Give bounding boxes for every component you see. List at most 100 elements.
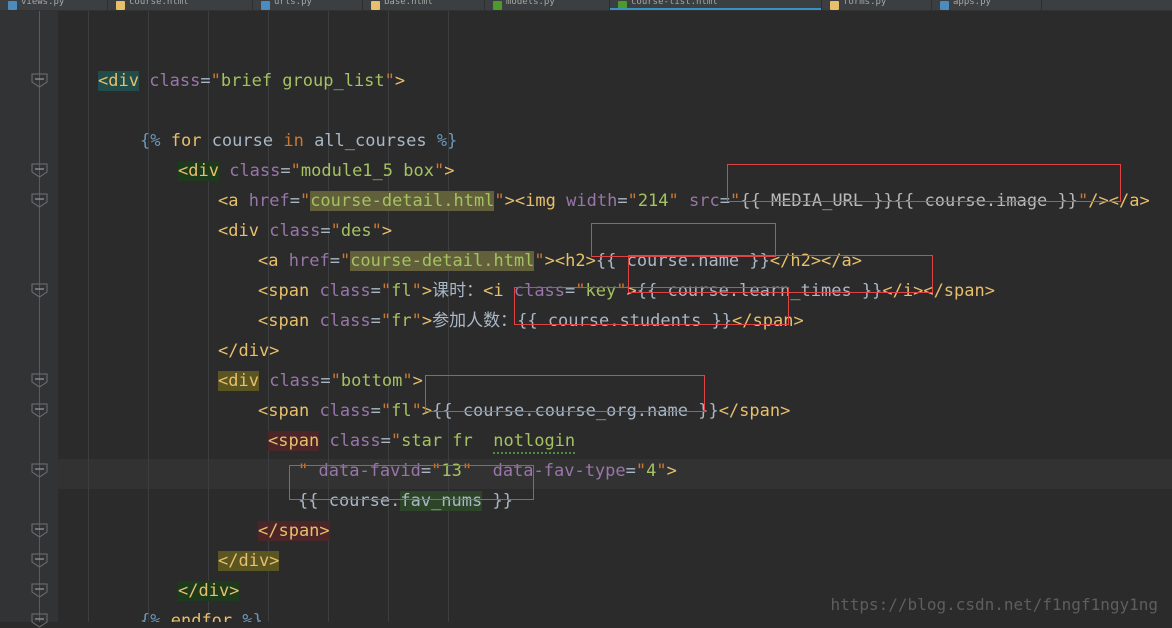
fold-marker[interactable]: [31, 553, 48, 568]
code-token: ": [380, 311, 392, 331]
editor-tab-6[interactable]: forms.py: [822, 0, 932, 10]
editor-tab-label: urls.py: [274, 0, 312, 7]
code-line-17[interactable]: </div>: [58, 546, 280, 576]
code-token: ": [668, 191, 679, 211]
code-token: <a: [258, 251, 279, 271]
code-token: 214: [637, 191, 669, 211]
fold-marker[interactable]: [31, 373, 48, 388]
code-line-13[interactable]: <span class="star fr notlogin: [58, 426, 576, 456]
fold-marker[interactable]: [31, 583, 48, 598]
code-token: {{ course.: [298, 491, 401, 511]
code-token: <img: [514, 191, 556, 211]
code-token: class: [149, 71, 201, 91]
code-line-9[interactable]: <span class="fr">参加人数：{{ course.students…: [58, 306, 804, 336]
code-token: ": [616, 281, 627, 301]
code-token: ": [290, 161, 301, 181]
editor-tab-3[interactable]: base.html: [363, 0, 485, 10]
code-token: <a: [218, 191, 239, 211]
code-token: 13: [441, 461, 462, 481]
code-token: fl: [391, 281, 412, 301]
code-token: =: [719, 191, 730, 211]
code-token: notlogin: [493, 431, 576, 454]
python-file-icon: [940, 1, 949, 10]
code-token: ": [494, 191, 505, 211]
code-line-11[interactable]: <div class="bottom">: [58, 366, 423, 396]
code-line-19[interactable]: {% endfor %}: [58, 606, 263, 622]
code-line-6[interactable]: <div class="des">: [58, 216, 392, 246]
code-token: >: [394, 71, 406, 91]
code-token: ": [330, 221, 341, 241]
fold-marker[interactable]: [31, 193, 48, 208]
editor-tab-label: forms.py: [843, 0, 887, 7]
fold-marker[interactable]: [31, 403, 48, 418]
python-file-icon: [830, 1, 839, 10]
code-line-8[interactable]: <span class="fl">课时：<i class="key">{{ co…: [58, 276, 995, 306]
code-token: des: [340, 221, 372, 241]
django-file-icon: [493, 1, 502, 10]
editor-tab-bar[interactable]: views.py course.html urls.py base.html model…: [0, 0, 1172, 11]
fold-marker[interactable]: [31, 283, 48, 298]
code-line-16[interactable]: </span>: [58, 516, 330, 546]
code-token: course-detail.html: [350, 251, 535, 271]
code-token: =: [370, 311, 381, 331]
editor-tab-0[interactable]: views.py: [0, 0, 108, 10]
code-line-15[interactable]: {{ course.fav_nums }}: [58, 486, 513, 516]
editor-tab-2[interactable]: urls.py: [253, 0, 363, 10]
code-token: >: [381, 221, 393, 241]
editor-tab-5[interactable]: course-list.html: [610, 0, 822, 10]
code-token: ": [298, 461, 309, 481]
code-token: =: [380, 431, 391, 451]
fold-marker[interactable]: [31, 523, 48, 538]
code-line-18[interactable]: </div>: [58, 576, 240, 606]
editor-tab-4[interactable]: models.py: [485, 0, 610, 10]
code-token: src: [689, 191, 720, 211]
fold-marker[interactable]: [31, 163, 48, 178]
code-token: >: [421, 281, 433, 301]
fold-marker[interactable]: [31, 73, 48, 88]
code-token: width: [566, 191, 618, 211]
code-line-7[interactable]: <a href="course-detail.html"><h2>{{ cour…: [58, 246, 862, 276]
code-token: <h2>: [554, 251, 596, 271]
code-line-4[interactable]: <div class="module1_5 box">: [58, 156, 454, 186]
code-line-12[interactable]: <span class="fl">{{ course.course_org.na…: [58, 396, 790, 426]
code-line-14[interactable]: " data-favid="13" data-fav-type="4">: [58, 456, 677, 486]
code-token: endfor: [170, 611, 233, 622]
editor-tab-7[interactable]: apps.py: [932, 0, 1042, 10]
code-token: {{ MEDIA_URL }}{{ course.image }}: [740, 191, 1079, 211]
code-token: brief group_list: [220, 71, 385, 91]
code-folding-gutter[interactable]: [22, 11, 59, 628]
code-token: class: [319, 401, 371, 421]
fold-marker[interactable]: [31, 613, 48, 628]
code-token: {{ course.learn_times }}: [636, 281, 883, 301]
python-file-icon: [261, 1, 270, 10]
code-token: =: [280, 161, 291, 181]
code-line-3[interactable]: {% for course in all_courses %}: [58, 126, 457, 156]
code-editor-surface[interactable]: <div class="brief group_list"> {% for cou…: [58, 11, 1172, 622]
code-token: 参加人数：: [432, 311, 518, 331]
code-token: ": [402, 371, 413, 391]
code-token: all_courses: [303, 131, 437, 151]
editor-tab-label: views.py: [21, 0, 65, 7]
code-token: class: [513, 281, 566, 301]
code-token: class: [269, 371, 321, 391]
code-line-10[interactable]: </div>: [58, 336, 279, 366]
editor-tab-label: course.html: [129, 0, 189, 7]
code-token: {%: [140, 611, 161, 622]
code-line-1[interactable]: <div class="brief group_list">: [58, 66, 405, 96]
code-token: >: [421, 401, 433, 421]
code-token: class: [269, 221, 321, 241]
code-line-5[interactable]: <a href="course-detail.html"><img width=…: [58, 186, 1150, 216]
editor-tab-1[interactable]: course.html: [108, 0, 253, 10]
code-token: =: [420, 461, 432, 481]
code-token: bottom: [340, 371, 403, 391]
code-token: =: [289, 191, 300, 211]
fold-marker[interactable]: [31, 463, 48, 478]
